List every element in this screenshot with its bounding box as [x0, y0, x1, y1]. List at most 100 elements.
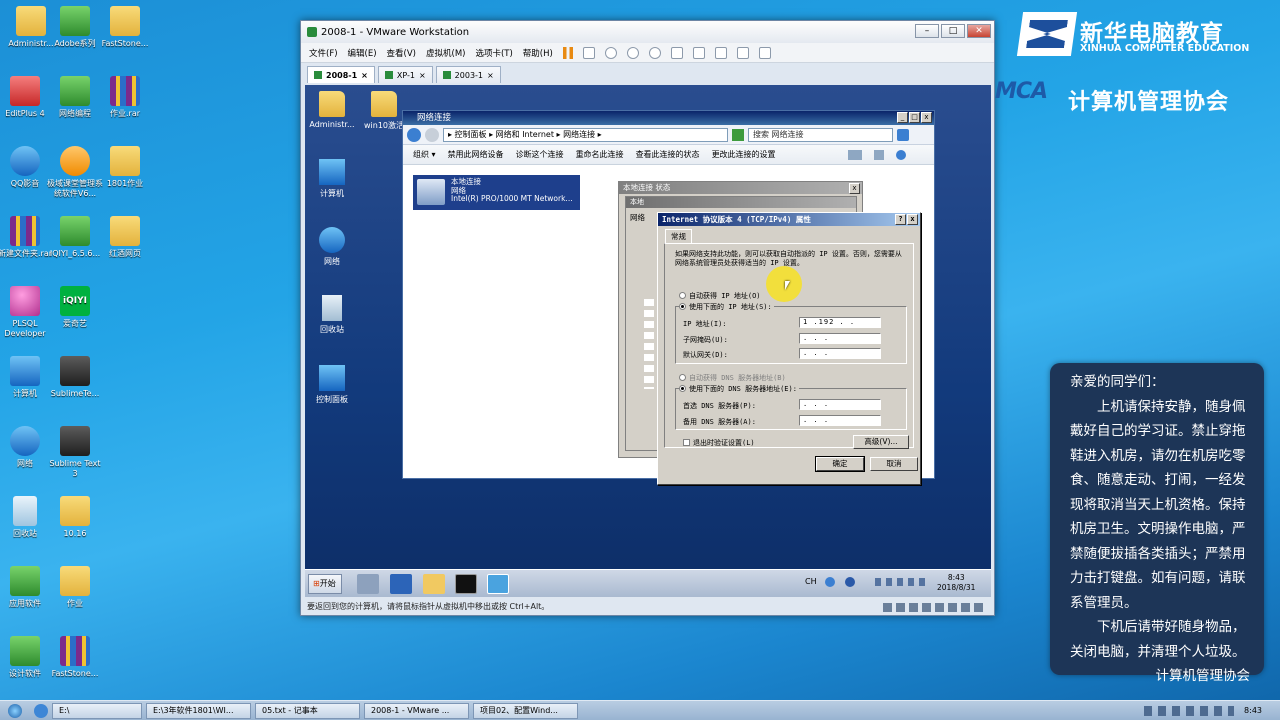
- guest-icon-network[interactable]: 网络: [305, 227, 359, 267]
- cancel-button[interactable]: 取消: [870, 457, 918, 471]
- server-manager-icon[interactable]: [357, 574, 379, 594]
- views-icon[interactable]: [847, 149, 862, 160]
- desktop-icon-10-16[interactable]: 10.16: [46, 496, 104, 539]
- unity-icon[interactable]: [736, 46, 749, 59]
- maximize-button[interactable]: □: [909, 112, 920, 123]
- tab-close-icon[interactable]: ×: [361, 71, 368, 80]
- desktop-icon-homework[interactable]: 作业: [46, 566, 104, 609]
- subnet-mask-input[interactable]: . . .: [799, 333, 881, 344]
- local-area-connection[interactable]: 本地连接 网络 Intel(R) PRO/1000 MT Network...: [413, 175, 580, 210]
- tab-2008-1[interactable]: 2008-1 ×: [307, 66, 375, 83]
- taskbar-item-folder[interactable]: E:\3年软件1801\WI...: [146, 702, 251, 719]
- netwin-titlebar[interactable]: 网络连接 _ □ x: [403, 111, 934, 125]
- guest-screen[interactable]: Administr... win10激活 计算机 网络 回收站 控制面板 网络连…: [305, 85, 991, 597]
- menu-edit[interactable]: 编辑(E): [348, 47, 377, 59]
- close-button[interactable]: x: [849, 183, 860, 194]
- start-button[interactable]: ⊞开始: [308, 574, 342, 594]
- preferences-icon[interactable]: [758, 46, 771, 59]
- tray-icons[interactable]: [875, 578, 925, 586]
- menu-view[interactable]: 查看(V): [387, 47, 416, 59]
- close-button[interactable]: x: [921, 112, 932, 123]
- taskbar-item-powerpoint[interactable]: 项目02、配置Wind...: [473, 702, 578, 719]
- host-tray-icons[interactable]: [1144, 705, 1235, 716]
- restore-snapshot-icon[interactable]: [626, 46, 639, 59]
- vmware-titlebar[interactable]: 2008-1 - VMware Workstation – □ ✕: [301, 21, 994, 43]
- preferred-dns-input[interactable]: . . .: [799, 399, 881, 410]
- ie-icon[interactable]: [34, 703, 48, 718]
- desktop-icon-sublime[interactable]: SublimeTe...: [46, 356, 104, 399]
- input-method-icon[interactable]: [825, 577, 835, 587]
- menu-tabs[interactable]: 选项卡(T): [475, 47, 512, 59]
- powershell-icon[interactable]: [390, 574, 412, 594]
- guest-icon-recycle-bin[interactable]: 回收站: [305, 295, 359, 335]
- help-icon[interactable]: [845, 577, 855, 587]
- component-checkboxes[interactable]: [644, 299, 654, 389]
- refresh-icon[interactable]: [732, 128, 744, 141]
- ip-address-input[interactable]: 1 .192 . .: [799, 317, 881, 328]
- console-view-icon[interactable]: [692, 46, 705, 59]
- explorer-icon[interactable]: [423, 574, 445, 594]
- ok-button[interactable]: 确定: [815, 456, 865, 472]
- manual-ip-radio[interactable]: 使用下面的 IP 地址(S):: [679, 302, 774, 312]
- cmd-icon[interactable]: [455, 574, 477, 594]
- tab-close-icon[interactable]: ×: [419, 71, 426, 80]
- desktop-icon-faststone-2[interactable]: FastStone...: [46, 636, 104, 679]
- breadcrumb[interactable]: ▸ 控制面板 ▸ 网络和 Internet ▸ 网络连接 ▸: [443, 127, 728, 142]
- fullscreen-icon[interactable]: [714, 46, 727, 59]
- tab-2003-1[interactable]: 2003-1 ×: [435, 66, 501, 83]
- help-icon[interactable]: [895, 149, 906, 160]
- cmd-view-status[interactable]: 查看此连接的状态: [636, 149, 700, 160]
- auto-dns-radio[interactable]: 自动获得 DNS 服务器地址(B): [679, 373, 786, 383]
- cmd-disable-device[interactable]: 禁用此网络设备: [448, 149, 504, 160]
- send-keys-icon[interactable]: [582, 46, 595, 59]
- device-status-icons[interactable]: [883, 603, 983, 612]
- cmd-diagnose[interactable]: 诊断这个连接: [516, 149, 564, 160]
- tab-close-icon[interactable]: ×: [487, 71, 494, 80]
- search-icon[interactable]: [897, 128, 909, 141]
- menu-help[interactable]: 帮助(H): [523, 47, 553, 59]
- tcp-titlebar[interactable]: Internet 协议版本 4 (TCP/IPv4) 属性 ? x: [658, 213, 920, 226]
- forward-icon[interactable]: [425, 127, 439, 142]
- tab-xp-1[interactable]: XP-1 ×: [377, 66, 433, 83]
- close-button[interactable]: x: [907, 214, 918, 225]
- search-input[interactable]: 搜索 网络连接: [748, 127, 893, 142]
- close-button[interactable]: ✕: [967, 24, 991, 38]
- back-icon[interactable]: [407, 127, 421, 142]
- language-indicator[interactable]: CH: [805, 577, 817, 586]
- start-orb-icon[interactable]: [8, 703, 22, 718]
- guest-icon-administrator[interactable]: Administr...: [305, 91, 359, 129]
- snapshot-manager-icon[interactable]: [648, 46, 661, 59]
- guest-icon-computer[interactable]: 计算机: [305, 159, 359, 199]
- desktop-icon-faststone[interactable]: FastStone...: [96, 6, 154, 49]
- network-connections-taskbar-icon[interactable]: [487, 574, 509, 594]
- minimize-button[interactable]: _: [897, 112, 908, 123]
- minimize-button[interactable]: –: [915, 24, 939, 38]
- guest-icon-control-panel[interactable]: 控制面板: [305, 365, 359, 405]
- host-clock[interactable]: 8:43: [1244, 706, 1262, 715]
- maximize-button[interactable]: □: [941, 24, 965, 38]
- help-button[interactable]: ?: [895, 214, 906, 225]
- taskbar-item-vmware[interactable]: 2008-1 - VMware ...: [364, 702, 469, 719]
- taskbar-item-explorer[interactable]: E:\: [52, 702, 142, 719]
- preview-pane-icon[interactable]: [873, 149, 884, 160]
- props-titlebar[interactable]: 本地连接 状态 x: [619, 182, 862, 194]
- menu-file[interactable]: 文件(F): [309, 47, 338, 59]
- snapshot-icon[interactable]: [604, 46, 617, 59]
- manual-dns-radio[interactable]: 使用下面的 DNS 服务器地址(E):: [679, 384, 799, 394]
- sidebar-toggle-icon[interactable]: [670, 46, 683, 59]
- alternate-dns-input[interactable]: . . .: [799, 415, 881, 426]
- cmd-rename[interactable]: 重命名此连接: [576, 149, 624, 160]
- gateway-input[interactable]: . . .: [799, 348, 881, 359]
- advanced-button[interactable]: 高级(V)...: [853, 435, 909, 449]
- cmd-change-settings[interactable]: 更改此连接的设置: [712, 149, 776, 160]
- desktop-icon-sublime-3[interactable]: Sublime Text 3: [46, 426, 104, 479]
- taskbar-item-notepad[interactable]: 05.txt - 记事本: [255, 702, 360, 719]
- pause-icon[interactable]: [562, 46, 573, 59]
- validate-checkbox[interactable]: 退出时验证设置(L): [683, 438, 755, 448]
- cmd-organize[interactable]: 组织 ▾: [413, 149, 436, 160]
- desktop-icon-wine-page[interactable]: 红酒网页: [96, 216, 154, 259]
- tab-general[interactable]: 常规: [665, 229, 692, 243]
- desktop-icon-iqiyi[interactable]: iQIYI 爱奇艺: [46, 286, 104, 329]
- clock[interactable]: 8:43 2018/8/31: [937, 573, 975, 593]
- auto-ip-radio[interactable]: 自动获得 IP 地址(O): [679, 291, 761, 301]
